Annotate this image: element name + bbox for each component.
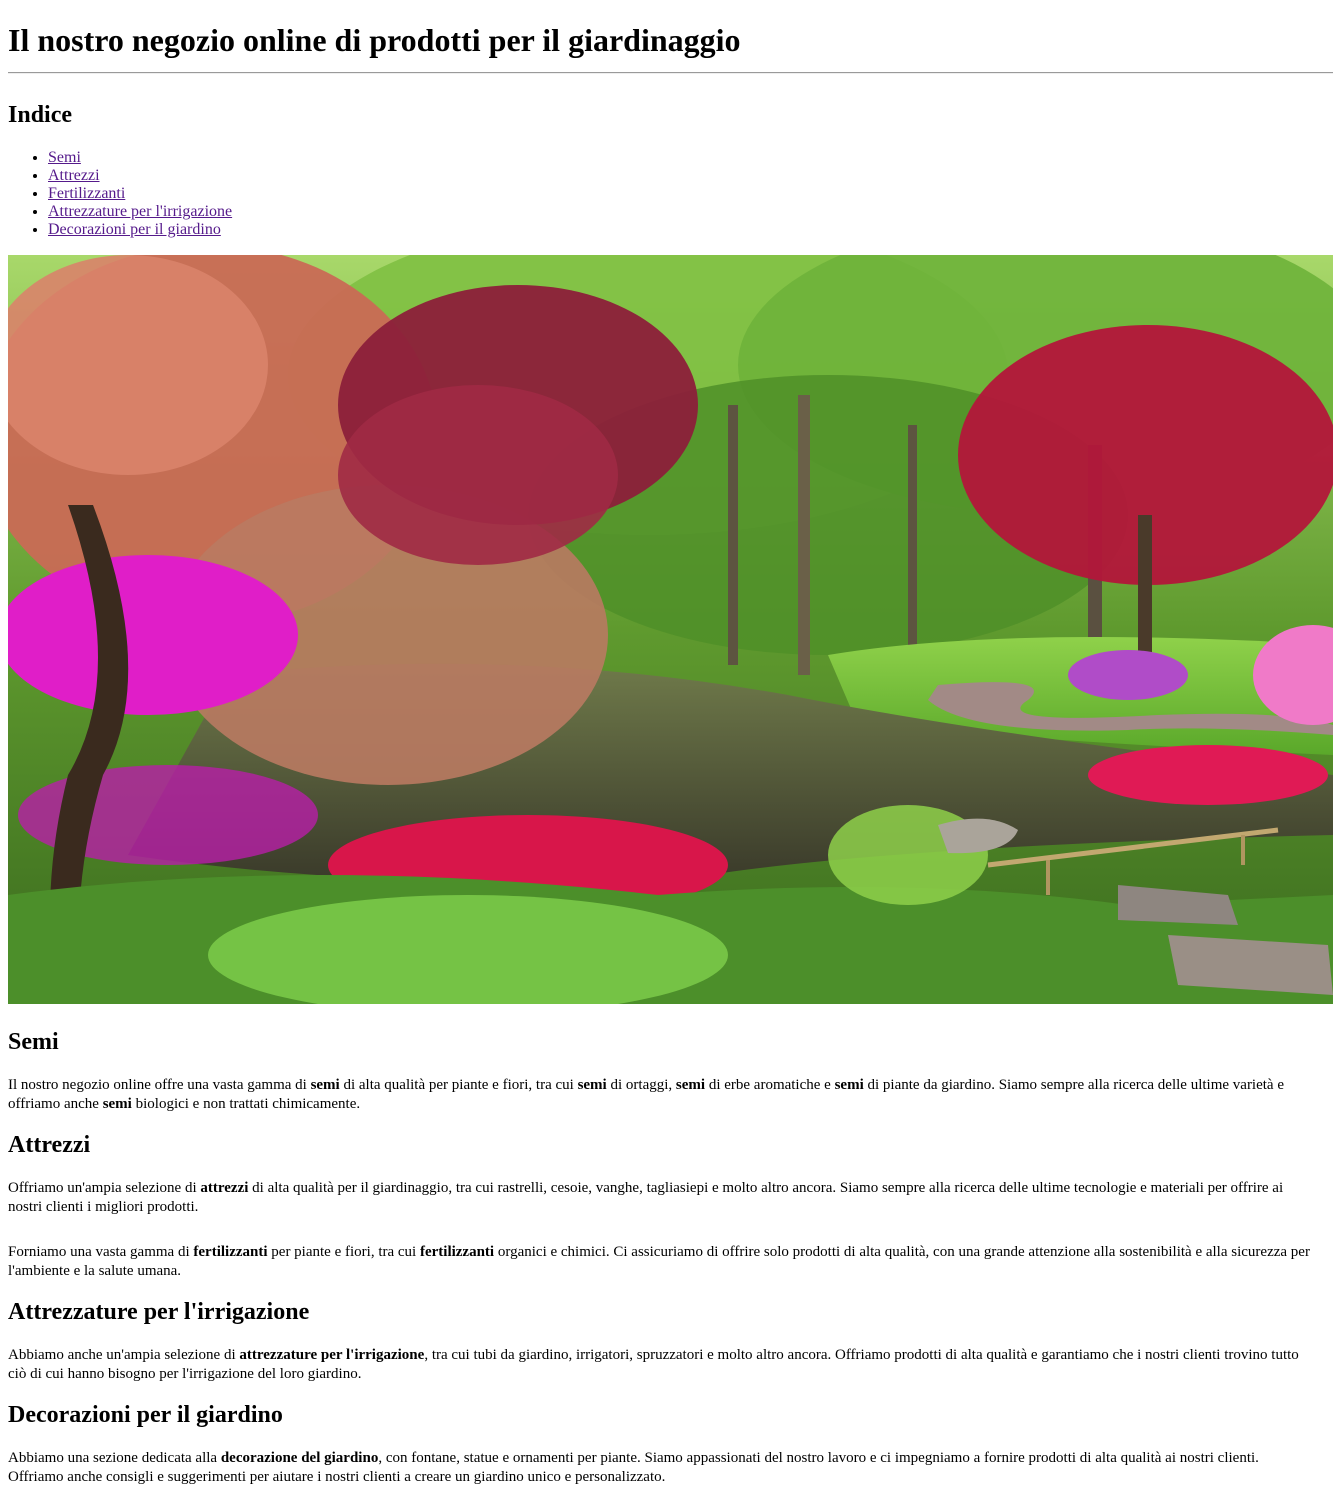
section-text-semi: Il nostro negozio online offre una vasta… [8, 1076, 1318, 1113]
toc-item-decorazioni: Decorazioni per il giardino [48, 221, 232, 239]
toc-list: Semi Attrezzi Fertilizzanti Attrezzature… [8, 149, 232, 239]
bold-run: fertilizzanti [193, 1244, 268, 1260]
toc-link-irrigazione[interactable]: Attrezzature per l'irrigazione [48, 203, 232, 220]
section-title-decorazioni: Decorazioni per il giardino [8, 1402, 283, 1428]
toc-item-irrigazione: Attrezzature per l'irrigazione [48, 203, 232, 221]
text-run: Abbiamo una sezione dedicata alla [8, 1450, 221, 1466]
text-run: Abbiamo anche un'ampia selezione di [8, 1347, 240, 1363]
section-text-irrigazione: Abbiamo anche un'ampia selezione di attr… [8, 1346, 1318, 1383]
toc-link-semi[interactable]: Semi [48, 149, 81, 166]
garden-photo [8, 255, 1333, 1004]
toc-title: Indice [8, 102, 73, 128]
text-run: Offriamo un'ampia selezione di [8, 1180, 201, 1196]
text-run: di erbe aromatiche e [705, 1077, 835, 1093]
text-run: per piante e fiori, tra cui [267, 1244, 420, 1260]
section-text-attrezzi: Offriamo un'ampia selezione di attrezzi … [8, 1179, 1318, 1216]
section-title-irrigazione: Attrezzature per l'irrigazione [8, 1299, 310, 1325]
section-text-fertilizzanti: Forniamo una vasta gamma di fertilizzant… [8, 1243, 1318, 1280]
bold-run: attrezzi [200, 1180, 249, 1196]
text-run: di alta qualità per piante e fiori, tra … [339, 1077, 578, 1093]
toc-link-attrezzi[interactable]: Attrezzi [48, 167, 100, 184]
bold-run: fertilizzanti [419, 1244, 495, 1260]
section-title-attrezzi: Attrezzi [8, 1132, 91, 1158]
page-title: Il nostro negozio online di prodotti per… [8, 22, 741, 58]
bold-run: semi [577, 1077, 607, 1093]
bold-run: attrezzature per l'irrigazione [239, 1347, 425, 1363]
bold-run: decorazione del giardino [220, 1450, 379, 1466]
toc-item-semi: Semi [48, 149, 232, 167]
bold-run: semi [310, 1077, 340, 1093]
divider [8, 72, 1333, 74]
section-text-decorazioni: Abbiamo una sezione dedicata alla decora… [8, 1449, 1318, 1486]
toc-link-decorazioni[interactable]: Decorazioni per il giardino [48, 221, 221, 238]
bold-run: semi [834, 1077, 864, 1093]
toc-item-fertilizzanti: Fertilizzanti [48, 185, 232, 203]
text-run: Forniamo una vasta gamma di [8, 1244, 194, 1260]
toc-link-fertilizzanti[interactable]: Fertilizzanti [48, 185, 125, 202]
text-run: Il nostro negozio online offre una vasta… [8, 1077, 311, 1093]
toc-item-attrezzi: Attrezzi [48, 167, 232, 185]
bold-run: semi [675, 1077, 706, 1093]
text-run: di ortaggi, [606, 1077, 676, 1093]
section-title-semi: Semi [8, 1029, 59, 1055]
bold-run: semi [102, 1095, 132, 1112]
text-run: biologici e non trattati chimicamente. [131, 1095, 361, 1112]
